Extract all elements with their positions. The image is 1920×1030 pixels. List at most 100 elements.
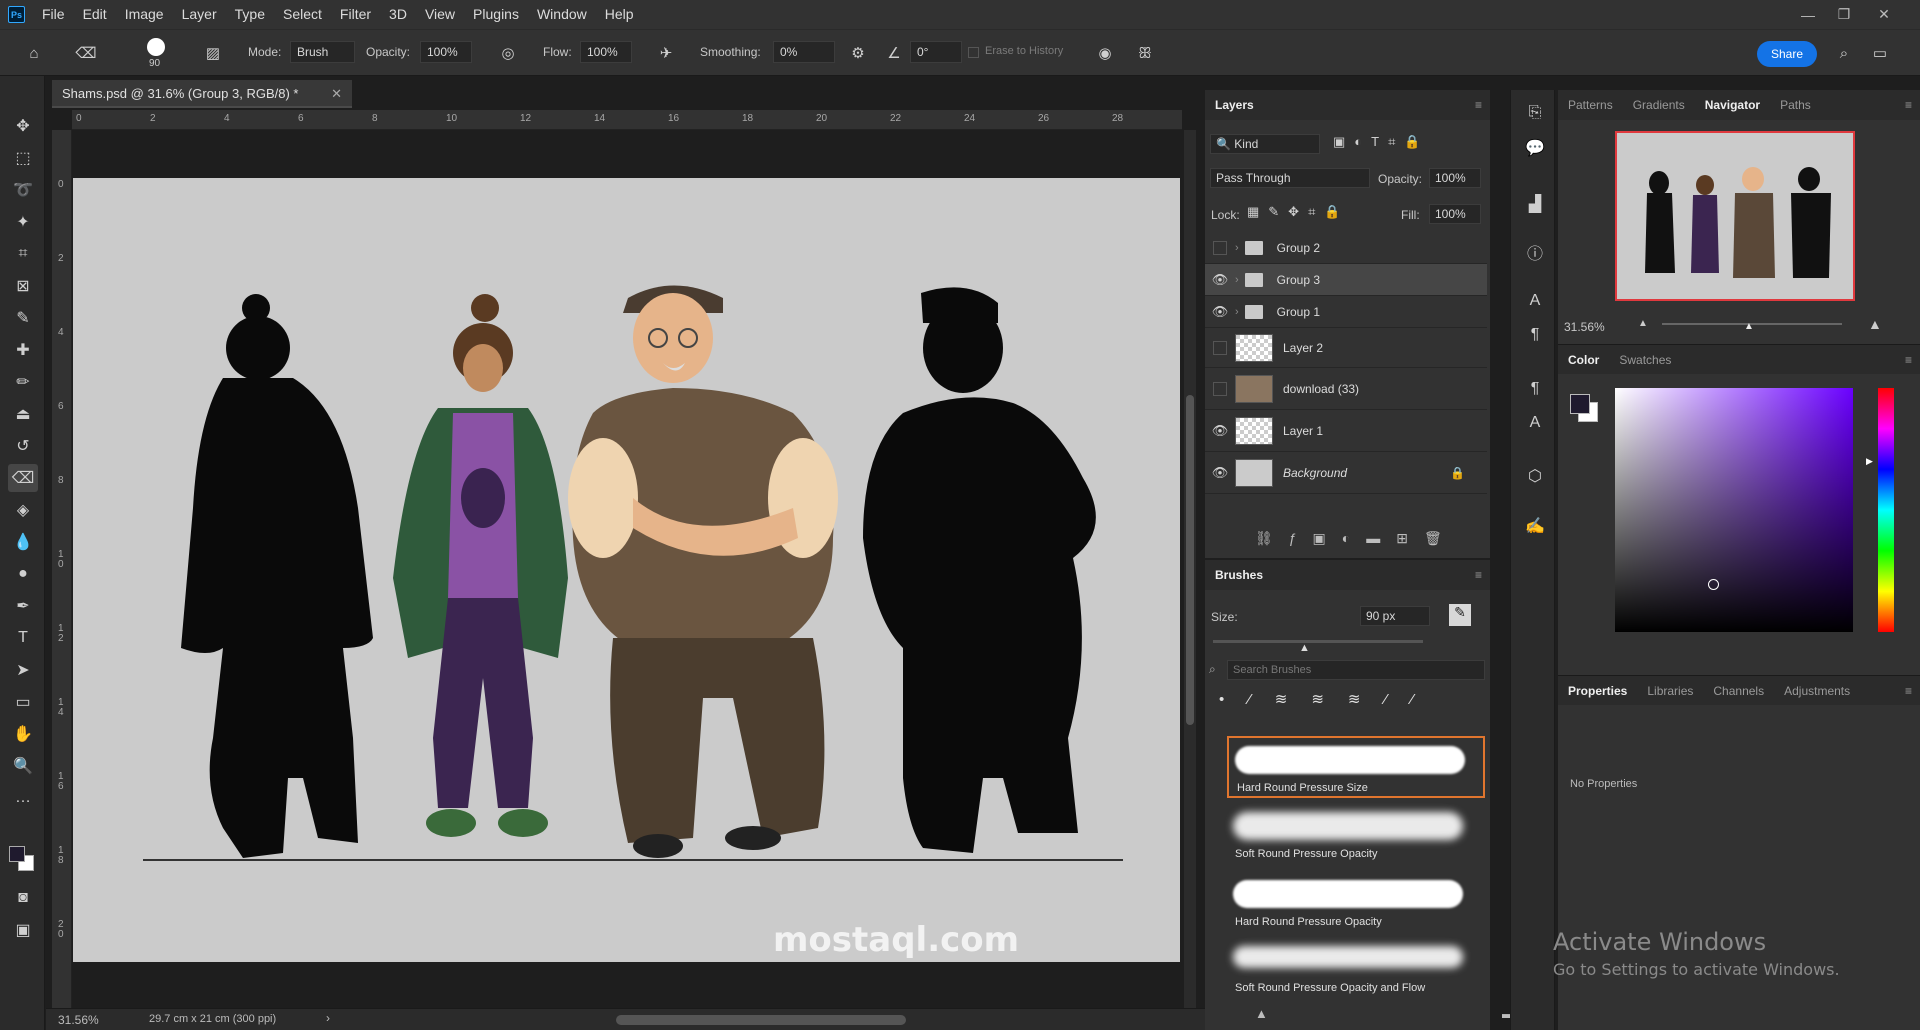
visibility-toggle[interactable] [1213, 240, 1227, 255]
mode-select[interactable]: Brush [290, 41, 355, 63]
hue-slider[interactable] [1878, 388, 1894, 632]
eyedropper-tool-icon[interactable]: ✎ [8, 304, 38, 332]
tab-swatches[interactable]: Swatches [1609, 345, 1681, 375]
tab-layers[interactable]: Layers [1205, 90, 1264, 120]
navigator-menu-icon[interactable]: ≡ [1905, 98, 1912, 112]
layer-row-layer-2[interactable]: Layer 2 [1205, 328, 1487, 368]
brush-hard-round-pressure-opacity[interactable]: Hard Round Pressure Opacity [1227, 872, 1485, 934]
properties-menu-icon[interactable]: ≡ [1905, 684, 1912, 698]
layer-actions-bar[interactable]: ⛓ƒ▣◐▬⊞🗑 [1255, 530, 1458, 547]
menu-view[interactable]: View [416, 0, 464, 29]
close-icon[interactable]: ✕ [1866, 0, 1902, 29]
history-panel-icon[interactable]: ⎘ [1523, 104, 1547, 128]
screen-mode-icon[interactable]: ▣ [8, 916, 38, 944]
layer-row-group-1[interactable]: 👁 › Group 1 [1205, 296, 1487, 328]
layer-row-group-2[interactable]: › Group 2 [1205, 232, 1487, 264]
lasso-tool-icon[interactable]: ➰ [8, 176, 38, 204]
brush-soft-round-pressure-opacity-flow[interactable]: Soft Round Pressure Opacity and Flow [1227, 938, 1485, 1000]
layer-opacity-field[interactable]: 100% [1429, 168, 1481, 188]
tab-gradients[interactable]: Gradients [1623, 90, 1695, 120]
layer-filter-icons[interactable]: ▣◐T⌗🔒 [1333, 134, 1430, 150]
smoothing-field[interactable]: 0% [773, 41, 835, 63]
eye-icon[interactable]: 👁 [1205, 272, 1235, 288]
menu-filter[interactable]: Filter [331, 0, 380, 29]
minimize-icon[interactable]: — [1790, 0, 1826, 29]
hue-slider-thumb[interactable]: ▶ [1866, 456, 1873, 467]
brush-hard-round-pressure-size[interactable]: Hard Round Pressure Size [1227, 736, 1485, 798]
eraser-tool-icon[interactable]: ⌫ [8, 464, 38, 492]
histogram-panel-icon[interactable]: ▟ [1523, 194, 1547, 218]
more-tools-icon[interactable]: … [8, 784, 38, 812]
status-zoom[interactable]: 31.56% [58, 1013, 99, 1027]
layer-row-download-33[interactable]: download (33) [1205, 368, 1487, 410]
paint-bucket-tool-icon[interactable]: ◈ [8, 496, 38, 524]
tab-properties[interactable]: Properties [1558, 676, 1637, 706]
brush-settings-icon[interactable]: ▨ [201, 41, 225, 65]
menu-image[interactable]: Image [116, 0, 173, 29]
pressure-opacity-icon[interactable]: ◎ [496, 41, 520, 65]
quick-mask-icon[interactable]: ◙ [8, 884, 38, 912]
zoom-in-icon[interactable]: ▲ [1868, 316, 1882, 332]
opacity-field[interactable]: 100% [420, 41, 472, 63]
create-brush-icon[interactable]: ✎ [1449, 604, 1471, 626]
erase-history-checkbox[interactable] [968, 47, 979, 58]
tab-paths[interactable]: Paths [1770, 90, 1821, 120]
brush-tool-icon[interactable]: ✏ [8, 368, 38, 396]
search-icon[interactable]: ⌕ [1832, 41, 1856, 65]
workspace-icon[interactable]: ▭ [1868, 41, 1892, 65]
navigator-preview[interactable] [1615, 131, 1855, 301]
marquee-tool-icon[interactable]: ⬚ [8, 144, 38, 172]
menu-type[interactable]: Type [226, 0, 274, 29]
menu-edit[interactable]: Edit [74, 0, 116, 29]
angle-field[interactable]: 0° [910, 41, 962, 63]
character-panel-icon[interactable]: A [1523, 292, 1547, 316]
status-arrow-icon[interactable]: › [326, 1011, 330, 1025]
vertical-scrollbar[interactable] [1184, 130, 1196, 1010]
brush-size-field[interactable]: 90 px [1360, 606, 1430, 626]
size-slider-track[interactable] [1213, 640, 1423, 643]
brush-preview-icon[interactable] [147, 38, 165, 56]
blur-tool-icon[interactable]: 💧 [8, 528, 38, 556]
vertical-scroll-thumb[interactable] [1186, 395, 1194, 725]
recent-brushes-row[interactable]: •⁄≋≋≋⁄⁄ [1219, 690, 1479, 716]
tab-brushes[interactable]: Brushes [1205, 560, 1273, 590]
zoom-tool-icon[interactable]: 🔍 [8, 752, 38, 780]
history-brush-tool-icon[interactable]: ↺ [8, 432, 38, 460]
horizontal-scroll-thumb[interactable] [616, 1015, 906, 1025]
foreground-color-swatch[interactable] [9, 846, 25, 862]
layer-filter-kind-select[interactable]: 🔍 Kind [1210, 134, 1320, 154]
3d-panel-icon[interactable]: ⬡ [1523, 466, 1547, 490]
visibility-toggle[interactable] [1213, 340, 1227, 355]
info-panel-icon[interactable]: ⓘ [1523, 240, 1547, 264]
lock-icons[interactable]: ▦✎✥⌗🔒 [1247, 204, 1350, 220]
zoom-out-icon[interactable]: ▲ [1638, 318, 1648, 329]
fg-color-chip[interactable] [1570, 394, 1590, 414]
path-selection-tool-icon[interactable]: ➤ [8, 656, 38, 684]
search-brushes-input[interactable]: Search Brushes [1227, 660, 1485, 680]
tab-adjustments[interactable]: Adjustments [1774, 676, 1860, 706]
menu-window[interactable]: Window [528, 0, 596, 29]
canvas[interactable]: mostaql.com [73, 178, 1180, 962]
home-icon[interactable]: ⌂ [22, 41, 46, 65]
paragraph-panel-icon[interactable]: ¶ [1523, 326, 1547, 350]
comments-panel-icon[interactable]: 💬 [1523, 138, 1547, 162]
rectangle-tool-icon[interactable]: ▭ [8, 688, 38, 716]
document-tab[interactable]: Shams.psd @ 31.6% (Group 3, RGB/8) * ✕ [52, 80, 352, 108]
hand-tool-icon[interactable]: ✋ [8, 720, 38, 748]
airbrush-icon[interactable]: ✈ [654, 41, 678, 65]
tab-channels[interactable]: Channels [1703, 676, 1774, 706]
eye-icon[interactable]: 👁 [1205, 465, 1235, 481]
eraser-tool-preset-icon[interactable]: ⌫ [74, 41, 98, 65]
layer-row-group-3[interactable]: 👁 › Group 3 [1205, 264, 1487, 296]
eye-icon[interactable]: 👁 [1205, 423, 1235, 439]
crop-tool-icon[interactable]: ⌗ [8, 240, 38, 268]
brush-soft-round-pressure-opacity[interactable]: Soft Round Pressure Opacity [1227, 804, 1485, 866]
frame-tool-icon[interactable]: ⊠ [8, 272, 38, 300]
share-button[interactable]: Share [1757, 41, 1817, 67]
restore-icon[interactable]: ❐ [1826, 0, 1862, 29]
menu-plugins[interactable]: Plugins [464, 0, 528, 29]
dodge-tool-icon[interactable]: ● [8, 560, 38, 588]
healing-brush-tool-icon[interactable]: ✚ [8, 336, 38, 364]
smoothing-options-gear-icon[interactable]: ⚙ [846, 41, 870, 65]
pressure-size-icon[interactable]: ◉ [1093, 41, 1117, 65]
